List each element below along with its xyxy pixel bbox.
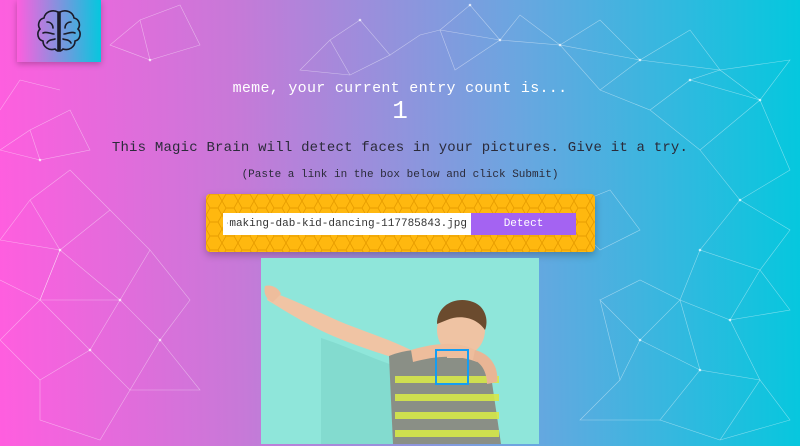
hint-text: (Paste a link in the box below and click… bbox=[241, 169, 559, 181]
logo-card[interactable] bbox=[17, 0, 101, 62]
entry-count-value: 1 bbox=[392, 96, 408, 126]
detect-button[interactable]: Detect bbox=[471, 213, 576, 235]
entry-count-message: meme, your current entry count is... bbox=[232, 80, 568, 97]
brain-icon bbox=[37, 10, 81, 52]
image-url-input[interactable] bbox=[223, 213, 471, 235]
boy-dabbing-photo bbox=[261, 258, 539, 444]
image-link-form: Detect bbox=[206, 194, 595, 252]
intro-text: This Magic Brain will detect faces in yo… bbox=[111, 140, 689, 156]
face-bounding-box bbox=[435, 349, 469, 385]
face-detection-image bbox=[261, 258, 539, 444]
